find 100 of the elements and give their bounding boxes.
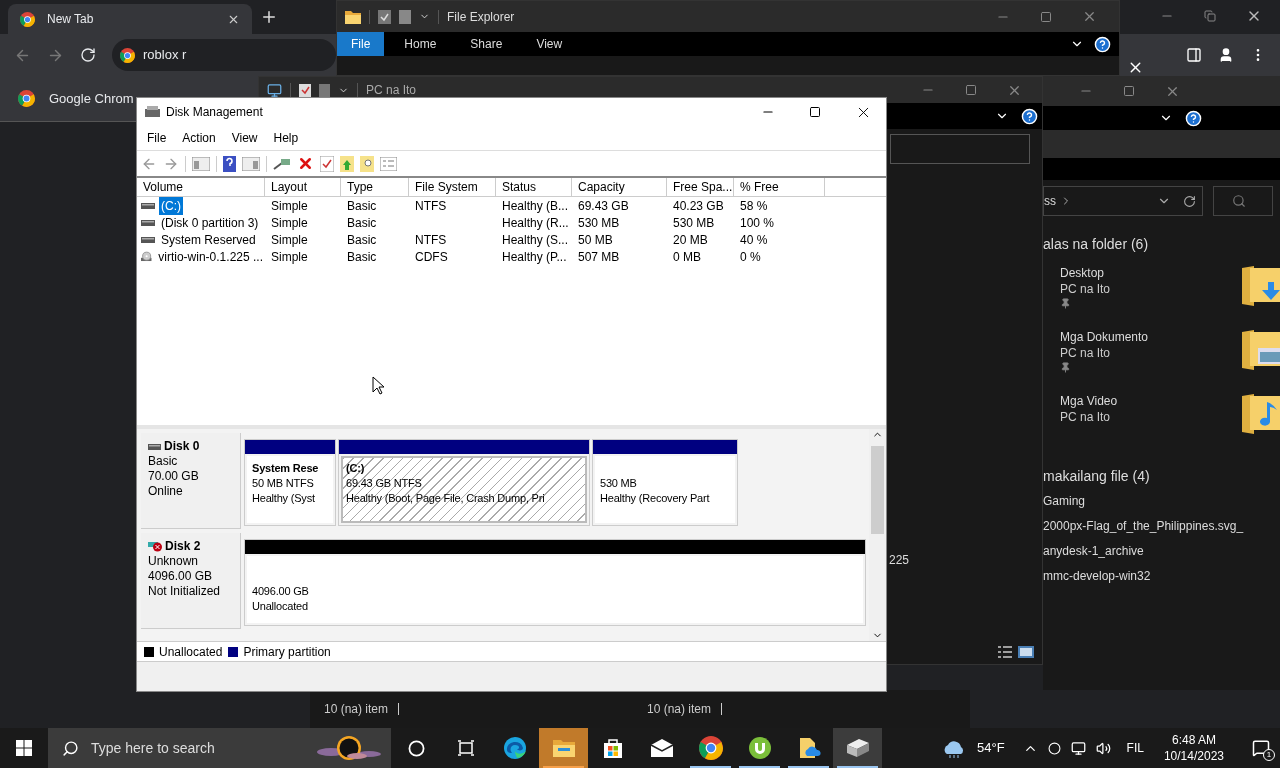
partition-status: Healthy (Boot, Page File, Crash Dump, Pri [346,491,546,506]
table-cell-text: 69.43 GB [577,198,630,215]
maximize-icon[interactable] [809,106,821,118]
disk-status: Online [148,484,184,499]
disk-type: Basic [148,454,179,469]
checklist-icon[interactable] [320,155,334,172]
table-cell-text: 58 % [739,198,769,215]
table-cell-text: 530 MB [672,215,716,232]
menu-item[interactable]: File [139,129,175,147]
help-icon[interactable] [1185,109,1202,127]
drive-label[interactable]: System Reserved [159,231,258,249]
folder-item[interactable]: Desktop PC na Ito [1043,258,1280,322]
network-icon[interactable] [1070,740,1086,756]
profile-icon[interactable] [1218,47,1234,63]
details-view-icon[interactable] [998,645,1012,658]
column-header[interactable]: Capacity [572,178,667,196]
help-icon[interactable] [223,155,236,172]
partition-size: 530 MB [600,476,638,491]
menu-item[interactable]: Action [174,129,224,147]
edge-icon [502,736,527,760]
console-tree-icon[interactable] [192,156,210,171]
running-indicator [739,766,780,768]
folder-location: PC na Ito [1060,409,1112,424]
properties-icon [378,9,391,24]
window-title: Disk Management [166,104,264,121]
table-cell-text: CDFS [414,249,449,266]
file-name[interactable]: 2000px-Flag_of_the_Philippines.svg_ [1043,517,1280,542]
column-header[interactable]: Type [341,178,409,196]
address-bar[interactable]: ss [1043,186,1203,216]
table-cell-text: 40 % [739,232,769,249]
reload-icon[interactable] [80,47,96,63]
partition[interactable]: 530 MB Healthy (Recovery Part [592,439,738,526]
ribbon-tab[interactable]: Home [390,32,451,56]
column-header[interactable]: File System [409,178,496,196]
side-panel-icon[interactable] [1186,47,1202,63]
window-title: File Explorer [447,8,516,26]
disk-info-panel[interactable]: Disk 2 Unknown 4096.00 GB Not Initialized [141,533,241,629]
breadcrumb-text: ss [1044,193,1056,210]
notification-button[interactable]: 1 [1246,733,1276,763]
search-field[interactable] [890,134,1030,164]
new-tab-icon[interactable] [260,8,278,26]
drive-label[interactable]: (C:) [159,197,183,215]
status-text: 10 (na) item [324,701,389,718]
ribbon-tab[interactable]: File [337,32,385,56]
volume-icon[interactable] [1095,740,1111,756]
drive-icon [141,220,155,226]
folder-name: Mga Dokumento [1060,329,1150,344]
search-folder-icon[interactable] [360,155,374,172]
help-icon[interactable] [1021,107,1038,125]
running-indicator [543,766,584,768]
disk-info-panel[interactable]: Disk 0 Basic 70.00 GB Online [141,433,241,529]
partition[interactable]: System Rese 50 MB NTFS Healthy (Syst [244,439,336,526]
search-field[interactable]: Type here to search [48,728,391,768]
partition-status: Healthy (Syst [252,491,316,506]
clock[interactable]: 6:48 AM 10/14/2023 [1163,732,1224,764]
column-header[interactable]: Layout [265,178,341,196]
language-indicator[interactable]: FIL [1126,739,1144,757]
disk-type: Unknown [148,554,200,569]
column-header[interactable]: Free Spa... [667,178,734,196]
drive-label[interactable]: virtio-win-0.1.225 ... [156,248,265,266]
tiles-view-icon[interactable] [1018,645,1034,658]
action-pane-icon[interactable] [242,156,260,171]
connect-icon[interactable] [273,157,291,170]
date-text: 10/14/2023 [1163,748,1224,764]
partition[interactable]: 4096.00 GB Unallocated [244,539,866,626]
search-icon [62,739,79,757]
delete-icon[interactable] [297,155,314,172]
search-field[interactable] [1213,186,1273,216]
help-icon[interactable] [1094,35,1111,53]
menu-item[interactable]: View [223,129,266,147]
weather-text[interactable]: 54°F [977,738,1005,758]
column-header[interactable]: Volume [137,178,265,196]
restore-icon[interactable] [1204,10,1216,22]
folder-icon [1240,328,1280,372]
table-cell-text: Healthy (P... [501,249,568,266]
address-bar[interactable]: roblox r [112,39,336,71]
drive-label[interactable]: (Disk 0 partition 3) [159,214,261,232]
new-folder-icon [399,9,411,24]
table-cell-text: Simple [270,215,309,232]
table-cell-text: Basic [346,249,378,266]
ribbon-tab[interactable]: Share [456,32,517,56]
taskbar-app[interactable] [833,728,882,768]
refresh-icon[interactable] [1183,194,1196,208]
file-name[interactable]: anydesk-1_archive [1043,542,1280,567]
ribbon-tab[interactable]: View [522,32,577,56]
browser-tab[interactable]: New Tab [8,4,252,34]
partition[interactable]: (C:) 69.43 GB NTFS Healthy (Boot, Page File, Crash Dump, Pri [338,439,590,526]
menu-item[interactable]: Help [265,129,307,147]
folder-item[interactable]: Mga Video PC na Ito [1043,386,1280,450]
column-header[interactable]: Status [496,178,572,196]
file-name[interactable]: mmc-develop-win32 [1043,567,1280,592]
file-name[interactable]: Gaming [1043,492,1280,517]
column-header[interactable]: % Free [734,178,825,196]
folder-name: Mga Video [1060,393,1119,408]
partition-size: 4096.00 GB [252,584,310,599]
folder-up-icon[interactable] [340,155,354,172]
folder-item[interactable]: Mga Dokumento PC na Ito [1043,322,1280,386]
camera-icon[interactable] [1047,741,1061,755]
store-icon [601,737,624,759]
running-indicator [690,766,731,768]
